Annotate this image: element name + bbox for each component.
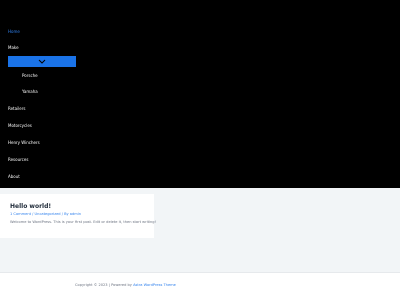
post-meta[interactable]: 1 Comment / Uncategorized / By admin	[10, 212, 81, 216]
nav-item-home[interactable]: Home	[8, 29, 20, 34]
footer-copyright: Copyright © 2023 | Powered by Astra Word…	[75, 283, 176, 287]
post-excerpt: Welcome to WordPress. This is your first…	[10, 220, 156, 224]
post-card	[0, 194, 154, 238]
nav-subitem-yamaha[interactable]: Yamaha	[22, 89, 38, 94]
nav-item-resources[interactable]: Resources	[8, 157, 28, 162]
nav-item-about[interactable]: About	[8, 174, 20, 179]
nav-item-make[interactable]: Make	[8, 45, 19, 50]
nav-item-henry-winchers[interactable]: Henry Winchers	[8, 140, 40, 145]
nav-item-motorcycles[interactable]: Motorcycles	[8, 123, 32, 128]
nav-item-retailers[interactable]: Retailers	[8, 106, 26, 111]
make-submenu-toggle[interactable]	[8, 56, 76, 67]
mobile-menu-panel	[0, 0, 400, 188]
footer-copyright-text: Copyright © 2023 | Powered by	[75, 283, 132, 287]
site-footer	[0, 272, 400, 301]
footer-theme-link[interactable]: Astra WordPress Theme	[133, 283, 176, 287]
nav-subitem-porsche[interactable]: Porsche	[22, 73, 38, 78]
chevron-down-icon	[38, 59, 46, 64]
post-title[interactable]: Hello world!	[10, 203, 51, 210]
